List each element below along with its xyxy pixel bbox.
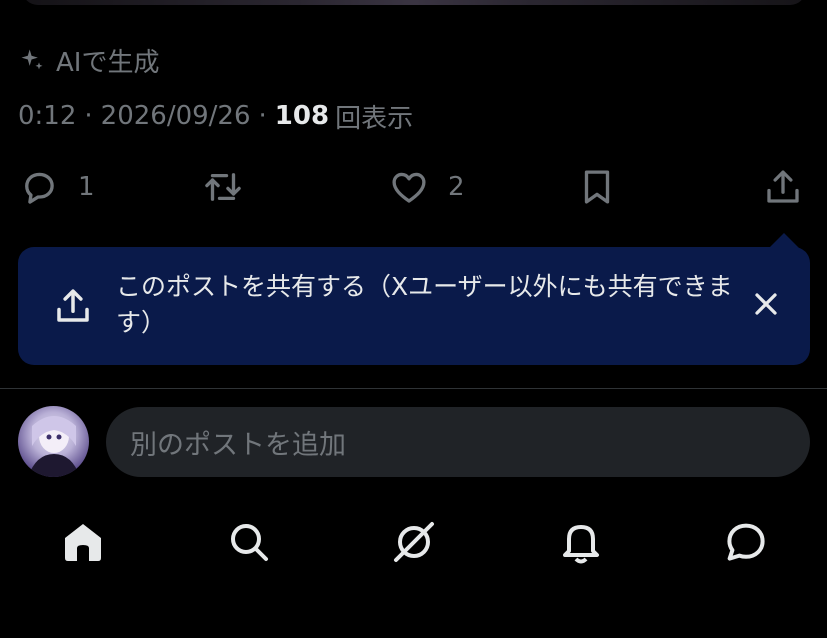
- share-button[interactable]: [762, 162, 804, 212]
- post-meta: 0:12 · 2026/09/26 · 108 回表示: [18, 98, 413, 134]
- divider: [0, 388, 827, 389]
- like-count: 2: [448, 172, 465, 202]
- share-icon: [767, 170, 799, 203]
- like-button[interactable]: 2: [388, 162, 465, 212]
- reply-placeholder: 別のポストを追加: [130, 429, 346, 461]
- close-icon[interactable]: [748, 286, 784, 322]
- share-tooltip[interactable]: このポストを共有する（Xユーザー以外にも共有できます）: [18, 247, 810, 365]
- share-icon: [57, 289, 89, 322]
- tab-grok[interactable]: [390, 518, 438, 566]
- ai-generated-text: AIで生成: [56, 47, 160, 78]
- bookmark-button[interactable]: [576, 162, 618, 212]
- views-label[interactable]: 回表示: [335, 98, 413, 135]
- share-tooltip-text: このポストを共有する（Xユーザー以外にも共有できます）: [116, 272, 733, 337]
- views-count[interactable]: 108: [275, 101, 329, 131]
- repost-button[interactable]: [202, 162, 244, 212]
- search-icon: [231, 524, 268, 561]
- bell-icon: [563, 525, 599, 564]
- reply-button[interactable]: 1: [18, 162, 95, 212]
- post-media-edge[interactable]: [22, 0, 806, 5]
- grok-icon: [394, 522, 434, 562]
- bottom-tab-bar: [0, 510, 827, 580]
- post-action-bar: 1 2: [0, 162, 827, 212]
- post-date[interactable]: 2026/09/26: [101, 101, 251, 131]
- post-time[interactable]: 0:12: [18, 101, 76, 131]
- ai-generated-label: AIで生成: [18, 42, 159, 78]
- message-icon: [727, 523, 765, 561]
- meta-separator: ·: [258, 101, 267, 131]
- reply-count: 1: [78, 172, 95, 202]
- tab-notifications[interactable]: [557, 518, 605, 566]
- reply-input[interactable]: 別のポストを追加: [106, 407, 810, 477]
- meta-separator: ·: [84, 101, 93, 131]
- sparkle-icon: [21, 49, 43, 70]
- bookmark-icon: [584, 170, 610, 204]
- tab-search[interactable]: [225, 518, 273, 566]
- user-avatar[interactable]: [18, 406, 89, 477]
- avatar-image: [28, 416, 80, 477]
- tab-home[interactable]: [59, 518, 107, 566]
- heart-icon: [392, 172, 426, 203]
- repost-icon: [205, 173, 241, 201]
- reply-icon: [25, 172, 54, 204]
- home-icon: [65, 524, 101, 561]
- tab-messages[interactable]: [722, 518, 770, 566]
- post-detail-screen: AIで生成 0:12 · 2026/09/26 · 108 回表示 1 2 この…: [0, 0, 827, 638]
